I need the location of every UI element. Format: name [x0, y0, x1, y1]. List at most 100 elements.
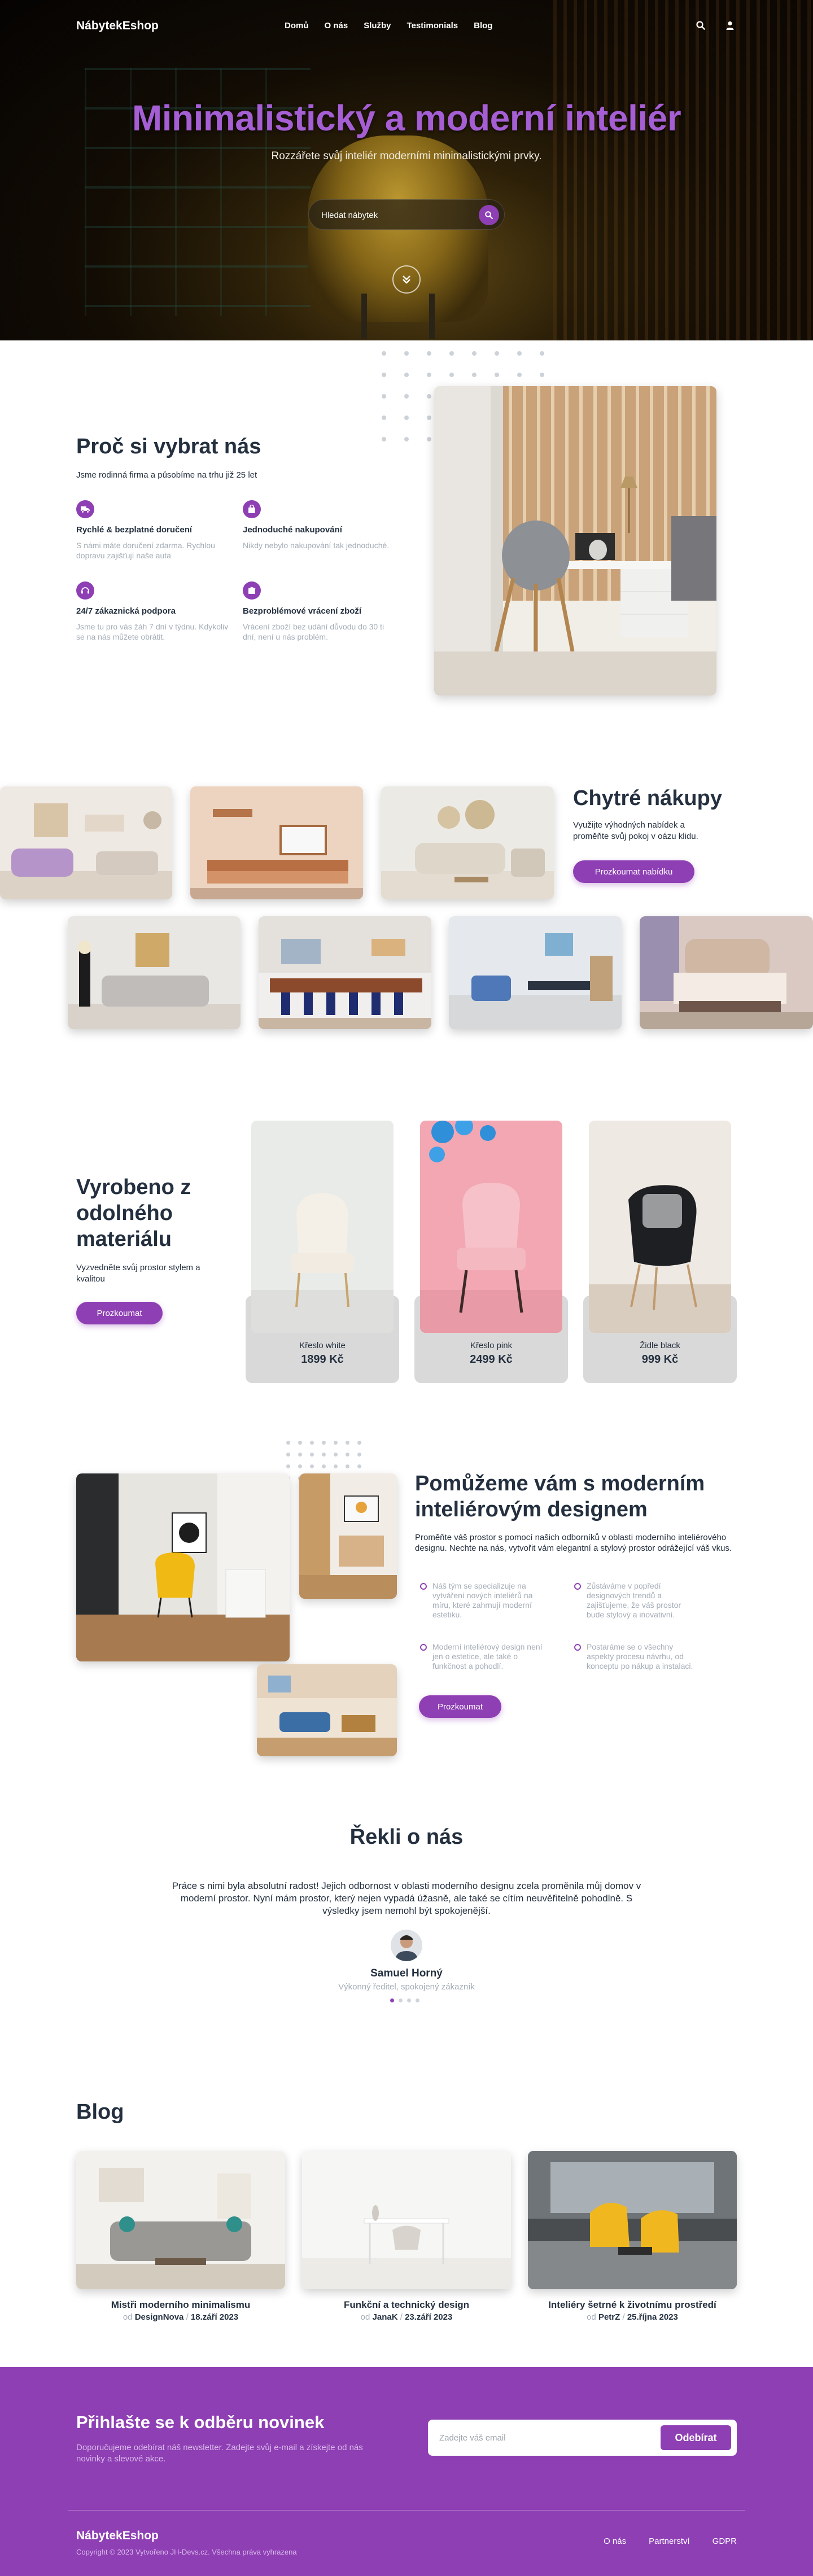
- carousel-dot[interactable]: [407, 1998, 411, 2002]
- blog-post-meta: od PetrZ / 25.října 2023: [587, 2312, 678, 2322]
- gallery-image-tv-wall: [190, 786, 363, 899]
- feature-item: 24/7 zákaznická podpora Jsme tu pro vás …: [76, 581, 229, 642]
- support-headset-icon: [76, 581, 94, 600]
- design-help-explore-button[interactable]: Prozkoumat: [419, 1695, 501, 1718]
- testimonial-author-name: Samuel Horný: [370, 1967, 443, 1979]
- hero-wall-slats: [553, 0, 813, 340]
- nav-link-services[interactable]: Služby: [364, 21, 391, 30]
- gallery-image-blue-lounge: [449, 916, 622, 1029]
- blog-title: Blog: [76, 2100, 124, 2124]
- blog-image-eco-interiors[interactable]: [528, 2151, 737, 2289]
- design-help-point: Zůstáváme v popředí designových trendů a…: [573, 1581, 697, 1620]
- scroll-down-button[interactable]: [392, 265, 421, 294]
- footer-logo[interactable]: NábytekEshop: [76, 2529, 159, 2543]
- design-image-yellow-chair-room: [76, 1473, 290, 1661]
- smart-shopping-title: Chytré nákupy: [573, 786, 722, 810]
- newsletter-title: Přihlašte se k odběru novinek: [76, 2412, 325, 2432]
- design-help-point: Náš tým se specializuje na vytváření nov…: [419, 1581, 543, 1620]
- blog-post-title[interactable]: Mistři moderního minimalismu: [76, 2299, 285, 2311]
- hero-title: Minimalistický a moderní inteliér: [132, 98, 681, 138]
- subscribe-button[interactable]: Odebírat: [661, 2425, 731, 2450]
- gallery-image-neutral-lounge: [381, 786, 554, 899]
- nav-links: Domů O nás Služby Testimonials Blog: [285, 21, 508, 30]
- footer-divider: [68, 2510, 745, 2511]
- product-image-pink-armchair[interactable]: [420, 1121, 562, 1333]
- product-price: 1899 Kč: [301, 1353, 344, 1366]
- feature-desc: Nikdy nebylo nakupování tak jednoduché.: [243, 541, 390, 550]
- nav-link-blog[interactable]: Blog: [474, 21, 492, 30]
- design-help-desc: Proměňte váš prostor s pomocí našich odb…: [415, 1533, 732, 1553]
- footer-links: O nás Partnerství GDPR: [604, 2536, 737, 2546]
- feature-item: Rychlé & bezplatné doručení S námi máte …: [76, 500, 229, 561]
- nav-link-testimonials[interactable]: Testimonials: [407, 21, 458, 30]
- hero-search-input[interactable]: [321, 208, 462, 222]
- hero-search-bar: [308, 199, 505, 230]
- hero-subtitle: Rozzářete svůj inteliér moderními minima…: [271, 150, 542, 162]
- newsletter-email-input[interactable]: [439, 2431, 654, 2444]
- smart-shopping-desc: Využijte výhodných nabídek a proměňte sv…: [573, 820, 698, 841]
- nav-link-about[interactable]: O nás: [325, 21, 348, 30]
- shopping-bag-icon: [243, 500, 261, 518]
- blog-post-author: PetrZ: [598, 2312, 620, 2322]
- hero-section: NábytekEshop Domů O nás Služby Testimoni…: [0, 0, 813, 340]
- feature-title: Jednoduché nakupování: [243, 525, 342, 535]
- feature-item: Jednoduché nakupování Nikdy nebylo nakup…: [243, 500, 395, 550]
- double-chevron-down-icon: [403, 275, 410, 284]
- gallery-image-bedroom: [640, 916, 813, 1029]
- feature-desc: Vrácení zboží bez udání důvodu do 30 ti …: [243, 622, 384, 641]
- site-logo[interactable]: NábytekEshop: [76, 19, 159, 33]
- footer-link-partnership[interactable]: Partnerství: [649, 2536, 690, 2546]
- why-us-title: Proč si vybrat nás: [76, 435, 261, 458]
- blog-post-author: JanaK: [372, 2312, 398, 2322]
- blog-post-date: 23.září 2023: [405, 2312, 453, 2322]
- newsletter-desc: Doporučujeme odebírat náš newsletter. Za…: [76, 2443, 363, 2464]
- feature-desc: S námi máte doručení zdarma. Rychlou dop…: [76, 541, 215, 560]
- user-icon[interactable]: [725, 20, 735, 30]
- nav-link-home[interactable]: Domů: [285, 21, 309, 30]
- feature-title: Rychlé & bezplatné doručení: [76, 525, 193, 535]
- testimonial-carousel-dots: [390, 1998, 419, 2002]
- why-us-interior-image: [434, 386, 716, 696]
- materials-subtitle: Vyzvedněte svůj prostor stylem a kvalito…: [76, 1263, 200, 1284]
- feature-title: Bezproblémové vrácení zboží: [243, 606, 362, 616]
- testimonial-quote: Práce s nimi byla absolutní radost! Jeji…: [172, 1880, 641, 1916]
- carousel-dot[interactable]: [416, 1998, 419, 2002]
- feature-item: Bezproblémové vrácení zboží Vrácení zbož…: [243, 581, 395, 642]
- blog-post-meta: od JanaK / 23.září 2023: [360, 2312, 453, 2322]
- gallery-image-living-room-purple: [0, 786, 172, 899]
- testimonials-title: Řekli o nás: [349, 1825, 464, 1849]
- search-icon: [485, 211, 493, 220]
- product-price: 2499 Kč: [470, 1353, 513, 1366]
- blog-post-title[interactable]: Inteliéry šetrné k životnímu prostředí: [528, 2299, 737, 2311]
- design-help-point: Postaráme se o všechny aspekty procesu n…: [573, 1642, 697, 1671]
- hero-chair-leg: [429, 294, 435, 339]
- blog-post-author: DesignNova: [134, 2312, 184, 2322]
- hero-chair-leg: [361, 294, 367, 339]
- footer-link-about[interactable]: O nás: [604, 2536, 626, 2546]
- product-name: Židle black: [640, 1341, 680, 1350]
- blog-post-date: 18.září 2023: [190, 2312, 239, 2322]
- product-image-black-chair[interactable]: [589, 1121, 731, 1333]
- footer-link-gdpr[interactable]: GDPR: [713, 2536, 737, 2546]
- design-image-open-living: [257, 1664, 397, 1756]
- product-name: Křeslo white: [299, 1341, 346, 1350]
- why-us-subtitle: Jsme rodinná firma a působíme na trhu ji…: [76, 470, 257, 480]
- search-icon[interactable]: [696, 20, 706, 30]
- explore-offer-button[interactable]: Prozkoumat nabídku: [573, 860, 694, 883]
- feature-desc: Jsme tu pro vás žáh 7 dní v týdnu. Kdyko…: [76, 622, 229, 641]
- blog-post-by: od: [123, 2312, 133, 2322]
- carousel-dot[interactable]: [399, 1998, 403, 2002]
- gallery-image-grey-sofa: [68, 916, 241, 1029]
- product-image-white-armchair[interactable]: [251, 1121, 394, 1333]
- blog-post-title[interactable]: Funkční a technický design: [302, 2299, 511, 2311]
- carousel-dot[interactable]: [390, 1998, 394, 2002]
- blog-image-functional-design[interactable]: [302, 2151, 511, 2289]
- materials-explore-button[interactable]: Prozkoumat: [76, 1302, 163, 1324]
- blog-post-by: od: [360, 2312, 370, 2322]
- blog-image-minimalism[interactable]: [76, 2151, 285, 2289]
- blog-post-meta: od DesignNova / 18.září 2023: [123, 2312, 239, 2322]
- hero-search-button[interactable]: [479, 205, 499, 225]
- top-navbar: NábytekEshop Domů O nás Služby Testimoni…: [0, 0, 813, 51]
- delivery-truck-icon: [76, 500, 94, 518]
- product-name: Křeslo pink: [470, 1341, 513, 1350]
